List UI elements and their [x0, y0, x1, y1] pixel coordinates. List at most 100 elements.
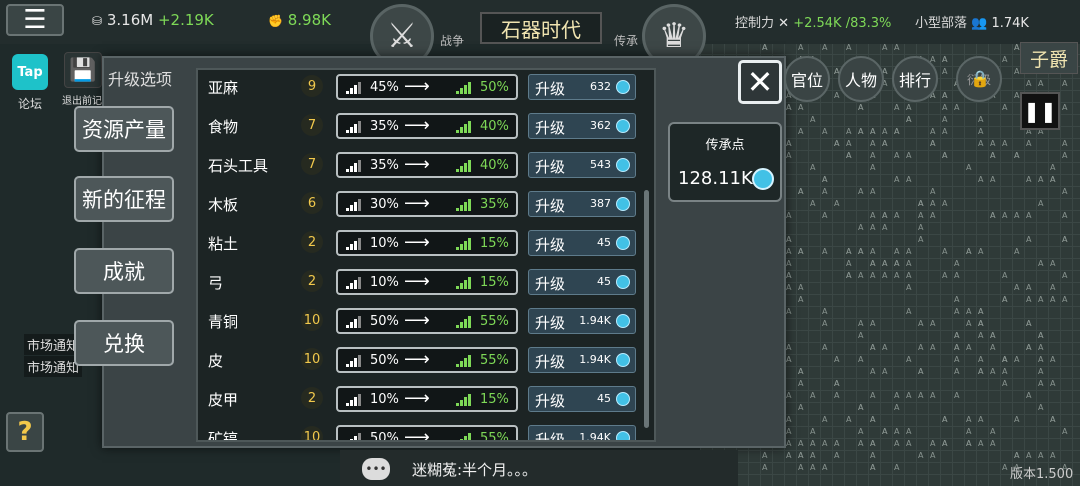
tribe-count: 1.74K	[991, 16, 1029, 31]
map-tile-icon: A	[906, 115, 912, 124]
signal-icon	[346, 316, 364, 328]
upgrade-button[interactable]: 升级 45	[528, 230, 636, 256]
map-tile-icon: A	[822, 307, 828, 316]
upgrade-list[interactable]: 亚麻 9 45% ⟶ 50% 升级 632 食物 7 35% ⟶ 40% 升级 362 石头工具 7 35% ⟶ 4…	[196, 68, 656, 442]
current-bonus: 10%	[370, 275, 399, 290]
close-button[interactable]: ✕	[738, 60, 782, 104]
characters-button[interactable]: 人物	[838, 56, 884, 102]
menu-button[interactable]: ☰	[6, 4, 64, 36]
bonus-bar: 35% ⟶ 40%	[336, 152, 518, 178]
map-tile-icon: A	[786, 151, 792, 160]
map-tile-icon: A	[978, 115, 984, 124]
upgrade-button[interactable]: 升级 45	[528, 269, 636, 295]
map-tile-icon: A	[858, 355, 864, 364]
map-tile-icon: A	[1014, 247, 1020, 256]
map-tile-icon: A	[990, 211, 996, 220]
map-tile-icon: A	[894, 427, 900, 436]
resource-count: 10	[301, 309, 323, 331]
upgrade-list-scrollbar[interactable]	[644, 190, 649, 428]
map-tile-icon: A	[978, 331, 984, 340]
map-tile-icon: A	[1050, 283, 1056, 292]
map-tile-icon: A	[1014, 91, 1020, 100]
map-tile-icon: A	[978, 355, 984, 364]
new-journey-button[interactable]: 新的征程	[74, 176, 174, 222]
map-tile-icon: A	[966, 415, 972, 424]
map-tile-icon: A	[918, 451, 924, 460]
map-tile-icon: A	[1026, 235, 1032, 244]
upgrade-button[interactable]: 升级 1.94K	[528, 425, 636, 440]
chat-bar[interactable]	[340, 450, 738, 486]
upgrade-button[interactable]: 升级 45	[528, 386, 636, 412]
map-tile-icon: A	[1014, 283, 1020, 292]
map-tile-icon: A	[1050, 451, 1056, 460]
map-tile-icon: A	[858, 439, 864, 448]
game-title: 石器时代	[480, 12, 602, 44]
map-tile-icon: A	[786, 211, 792, 220]
map-tile-icon: A	[810, 115, 816, 124]
map-tile-icon: A	[906, 427, 912, 436]
crown-coin-icon	[616, 158, 630, 172]
people-icon: 👥	[971, 16, 988, 31]
map-tile-icon: A	[906, 439, 912, 448]
upgrade-row: 粘土 2 10% ⟶ 15% 升级 45	[198, 226, 654, 260]
next-bonus: 15%	[480, 236, 509, 251]
save-button[interactable]: 💾	[64, 52, 102, 88]
current-bonus: 35%	[370, 119, 399, 134]
locked-button[interactable]: 衍级 🔒	[956, 56, 1002, 102]
upgrade-button[interactable]: 升级 362	[528, 113, 636, 139]
resource2-stat: ✊ 8.98K	[268, 11, 331, 29]
signal-icon	[456, 277, 474, 289]
map-tile-icon: A	[786, 103, 792, 112]
map-tile-icon: A	[858, 427, 864, 436]
map-tile-icon: A	[882, 271, 888, 280]
resource-output-button[interactable]: 资源产量	[74, 106, 174, 152]
help-button[interactable]: ?	[6, 412, 44, 452]
signal-icon	[346, 160, 364, 172]
upgrade-button[interactable]: 升级 1.94K	[528, 347, 636, 373]
map-tile-icon: A	[882, 259, 888, 268]
map-tile-icon: A	[978, 139, 984, 148]
map-tile-icon: A	[870, 247, 876, 256]
map-tile-icon: A	[990, 427, 996, 436]
upgrade-button[interactable]: 升级 387	[528, 191, 636, 217]
arrow-right-icon: ⟶	[404, 115, 430, 136]
exchange-button[interactable]: 兑换	[74, 320, 174, 366]
modal-title: 升级选项	[108, 70, 173, 89]
tap-logo[interactable]: Tap	[12, 54, 48, 90]
upgrade-button[interactable]: 升级 1.94K	[528, 308, 636, 334]
upgrade-button[interactable]: 升级 543	[528, 152, 636, 178]
arrow-right-icon: ⟶	[404, 232, 430, 253]
pause-button[interactable]: ❚❚	[1020, 92, 1060, 130]
signal-icon	[346, 199, 364, 211]
official-position-button[interactable]: 官位	[784, 56, 830, 102]
map-tile-icon: A	[942, 151, 948, 160]
map-tile-icon: A	[870, 415, 876, 424]
map-tile-icon: A	[798, 127, 804, 136]
map-tile-icon: A	[1002, 211, 1008, 220]
signal-icon	[456, 355, 474, 367]
map-tile-icon: A	[822, 415, 828, 424]
map-tile-icon: A	[894, 463, 900, 472]
map-tile-icon: A	[1038, 343, 1044, 352]
upgrade-row: 石头工具 7 35% ⟶ 40% 升级 543	[198, 148, 654, 182]
map-tile-icon: A	[822, 43, 828, 52]
upgrade-row: 矿镐 10 50% ⟶ 55% 升级 1.94K	[198, 421, 654, 442]
chat-bubble-icon[interactable]: •••	[362, 458, 390, 480]
resource-name: 粘土	[208, 235, 239, 253]
next-bonus: 35%	[480, 197, 509, 212]
map-tile-icon: A	[894, 43, 900, 52]
map-tile-icon: A	[906, 271, 912, 280]
map-tile-icon: A	[786, 259, 792, 268]
achievements-button[interactable]: 成就	[74, 248, 174, 294]
map-tile-icon: A	[1014, 451, 1020, 460]
map-tile-icon: A	[978, 247, 984, 256]
resource-count: 10	[301, 426, 323, 440]
upgrade-cost: 632	[590, 80, 611, 93]
floppy-icon: 💾	[69, 57, 97, 83]
resource-name: 矿镐	[208, 430, 239, 442]
ranking-button[interactable]: 排行	[892, 56, 938, 102]
map-tile-icon: A	[930, 439, 936, 448]
map-tile-icon: A	[1026, 451, 1032, 460]
map-tile-icon: A	[798, 247, 804, 256]
upgrade-button[interactable]: 升级 632	[528, 74, 636, 100]
